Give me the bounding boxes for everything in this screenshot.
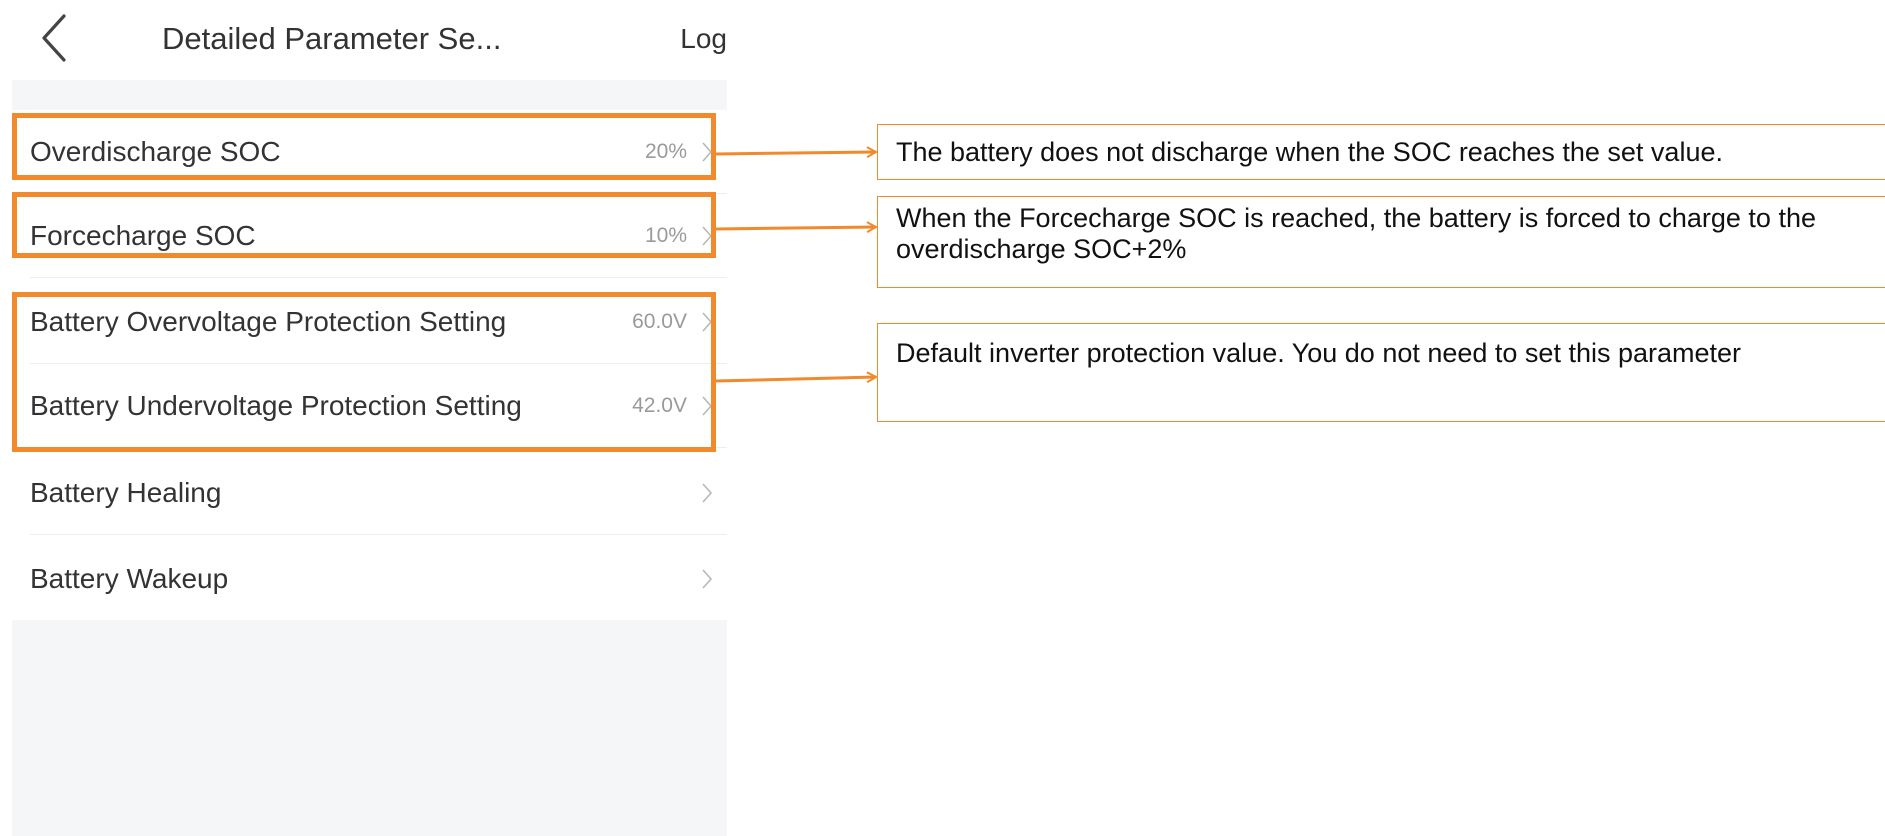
setting-row-battery-wakeup[interactable]: Battery Wakeup xyxy=(12,537,727,621)
setting-label: Battery Healing xyxy=(30,477,222,508)
setting-row-overdischarge-soc[interactable]: Overdischarge SOC 20% xyxy=(12,110,727,194)
setting-row-battery-overvoltage-protection[interactable]: Battery Overvoltage Protection Setting 6… xyxy=(12,280,727,364)
top-bar: Detailed Parameter Se... Log xyxy=(12,0,727,80)
setting-label: Battery Wakeup xyxy=(30,563,229,594)
setting-row-battery-undervoltage-protection[interactable]: Battery Undervoltage Protection Setting … xyxy=(12,364,727,448)
setting-label: Forcecharge SOC xyxy=(30,220,256,251)
chevron-right-icon xyxy=(702,569,713,589)
chevron-right-icon xyxy=(702,142,713,162)
setting-label: Overdischarge SOC xyxy=(30,136,281,167)
divider xyxy=(30,277,727,278)
divider xyxy=(30,534,727,535)
section-gap xyxy=(12,80,727,110)
divider xyxy=(30,447,727,448)
setting-label: Battery Overvoltage Protection Setting xyxy=(30,306,507,337)
setting-value: 20% xyxy=(644,140,687,163)
empty-area xyxy=(12,620,727,836)
arrow-to-forcecharge-callout xyxy=(715,227,876,229)
chevron-right-icon xyxy=(702,483,713,503)
page-title: Detailed Parameter Se... xyxy=(162,21,502,56)
chevron-right-icon xyxy=(702,312,713,332)
setting-value: 60.0V xyxy=(632,310,687,333)
back-button[interactable] xyxy=(34,10,78,66)
setting-row-forcecharge-soc[interactable]: Forcecharge SOC 10% xyxy=(12,194,727,278)
arrow-to-overdischarge-callout xyxy=(715,152,876,154)
setting-row-battery-healing[interactable]: Battery Healing xyxy=(12,451,727,535)
callout-voltage-protection: Default inverter protection value. You d… xyxy=(877,323,1885,422)
log-button[interactable]: Log xyxy=(680,0,727,80)
chevron-right-icon xyxy=(702,396,713,416)
setting-value: 42.0V xyxy=(632,394,687,417)
callout-forcecharge: When the Forcecharge SOC is reached, the… xyxy=(877,196,1885,288)
chevron-right-icon xyxy=(702,226,713,246)
setting-label: Battery Undervoltage Protection Setting xyxy=(30,390,522,421)
settings-screen: Detailed Parameter Se... Log Overdischar… xyxy=(12,0,727,836)
arrow-to-voltage-callout xyxy=(715,377,876,381)
callout-overdischarge: The battery does not discharge when the … xyxy=(877,124,1885,180)
chevron-left-icon xyxy=(42,14,66,62)
setting-value: 10% xyxy=(644,224,687,247)
